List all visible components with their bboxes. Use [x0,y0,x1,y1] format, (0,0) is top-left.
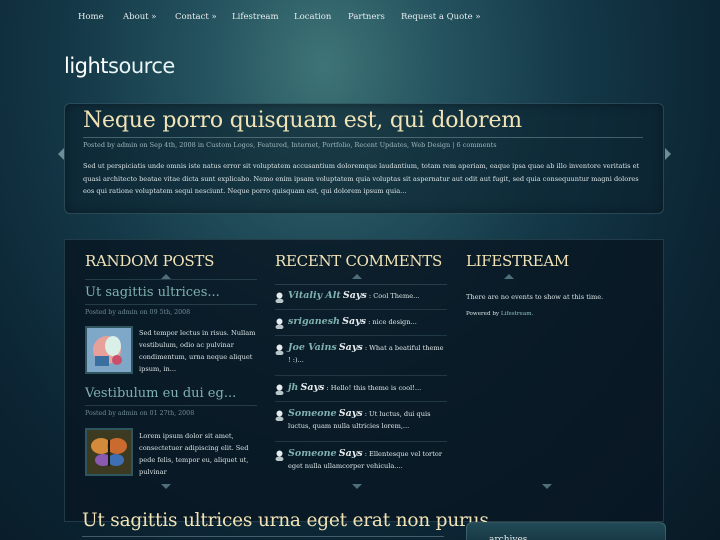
avatar-icon [275,410,284,421]
nav-about[interactable]: About » [123,12,157,22]
random-post-excerpt: Sed tempor lectus in risus. Nullam vesti… [139,329,256,373]
recent-comments-heading: RECENT COMMENTS [275,252,442,270]
divider [275,375,447,376]
comment-text: Someone Says : Ellentesque vel tortor eg… [288,448,446,472]
lifestream-heading: LIFESTREAM [466,252,569,270]
comment-author[interactable]: jh [288,382,298,393]
slider-prev-arrow-icon[interactable] [58,148,64,160]
lifestream-powered-by: Powered by Lifestream. [466,311,533,317]
comment-body: : nice design... [368,318,417,326]
featured-divider [83,137,643,138]
nav-home[interactable]: Home [78,12,104,22]
logo-part-source: source [108,54,175,78]
nav-partners[interactable]: Partners [348,12,385,22]
comment-body: : Cool Theme... [368,292,420,300]
scroll-down-arrow-icon[interactable] [352,484,362,489]
top-navigation: Home About » Contact » Lifestream Locati… [0,0,720,34]
featured-post-title[interactable]: Neque porro quisquam est, qui dolorem [83,108,522,133]
comment-author[interactable]: Someone [288,408,337,419]
random-post-thumbnail[interactable] [85,326,133,374]
comment-author[interactable]: Someone [288,448,337,459]
scroll-down-arrow-icon[interactable] [161,484,171,489]
comment-author[interactable]: sriganesh [288,316,340,327]
comment-text: jh Says : Hello! this theme is cool!... [288,382,446,394]
comment-says-label: Says [342,290,367,301]
avatar-icon [275,450,284,461]
divider [275,441,447,442]
random-post-title[interactable]: Ut sagittis ultrices... [85,285,220,300]
divider [85,304,257,305]
lifestream-link[interactable]: Lifestream. [501,311,533,317]
archives-widget: archives [466,522,666,540]
random-posts-column: RANDOM POSTS Ut sagittis ultrices... Pos… [65,240,265,523]
avatar-icon [275,292,284,303]
random-post-thumbnail[interactable] [85,428,133,476]
up-arrow-icon [352,274,362,279]
comment-says-label: Says [338,342,363,353]
random-post-excerpt: Lorem ipsum dolor sit amet, consectetuer… [139,432,249,476]
random-post-meta: Posted by admin on 01 27th, 2008 [85,410,195,417]
comment-text: sriganesh Says : nice design... [288,316,446,328]
divider [275,335,447,336]
comment-body: : Hello! this theme is cool!... [326,384,422,392]
random-posts-divider [85,279,257,280]
divider [275,401,447,402]
avatar-icon [275,384,284,395]
nav-contact[interactable]: Contact » [175,12,217,22]
comment-text: Joe Vains Says : What a beatiful theme !… [288,342,446,366]
thumbnail-image [87,430,131,474]
lifestream-column: LIFESTREAM There are no events to show a… [466,240,664,523]
recent-comments-divider [275,284,447,285]
avatar-icon [275,318,284,329]
featured-post-meta: Posted by admin on Sep 4th, 2008 in Cust… [83,141,497,149]
random-post-meta: Posted by admin on 09 5th, 2008 [85,309,191,316]
archives-heading: archives [489,535,528,540]
comment-says-label: Says [342,316,366,327]
up-arrow-icon [504,274,514,279]
nav-location[interactable]: Location [294,12,331,22]
nav-lifestream[interactable]: Lifestream [232,12,279,22]
nav-request-quote[interactable]: Request a Quote » [401,12,481,22]
thumbnail-image [87,328,131,372]
recent-comments-column: RECENT COMMENTS Vitaliy Alt Says : Cool … [275,240,465,523]
comment-author[interactable]: Vitaliy Alt [288,290,341,301]
featured-post-excerpt: Sed ut perspiciatis unde omnis iste natu… [83,162,640,195]
comment-text: Vitaliy Alt Says : Cool Theme... [288,290,446,302]
avatar-icon [275,344,284,355]
lifestream-empty-message: There are no events to show at this time… [466,293,604,301]
powered-by-label: Powered by [466,311,500,317]
featured-slider: Neque porro quisquam est, qui dolorem Po… [58,103,671,214]
logo-part-light: light [64,54,109,78]
divider [275,309,447,310]
post-title[interactable]: Ut sagittis ultrices urna eget erat non … [82,510,489,531]
scroll-down-arrow-icon[interactable] [542,484,552,489]
slider-next-arrow-icon[interactable] [665,148,671,160]
divider [85,405,257,406]
comment-says-label: Says [338,448,363,459]
site-logo[interactable]: lightsource [64,54,175,78]
comment-says-label: Says [300,382,325,393]
comment-author[interactable]: Joe Vains [288,342,337,353]
comment-text: Someone Says : Ut luctus, dui quis luctu… [288,408,446,432]
widgets-panel: RANDOM POSTS Ut sagittis ultrices... Pos… [64,239,664,522]
comment-says-label: Says [338,408,363,419]
random-posts-heading: RANDOM POSTS [85,252,215,270]
random-post-title[interactable]: Vestibulum eu dui eg... [85,386,236,401]
post-title-divider [82,536,444,537]
